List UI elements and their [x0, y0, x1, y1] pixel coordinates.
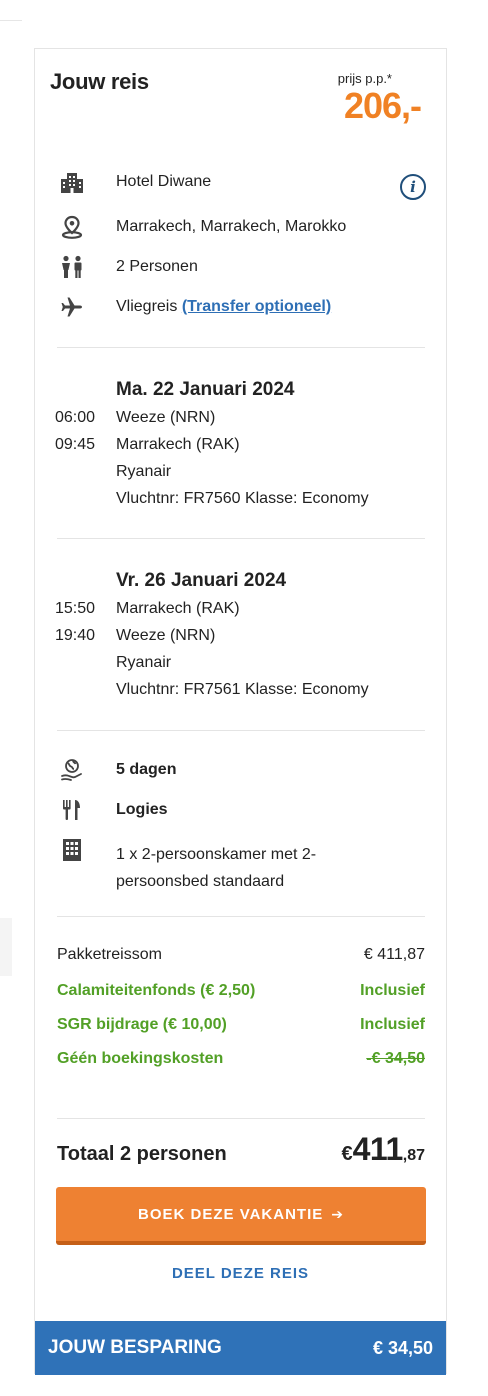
outbound-flight-info: Vluchtnr: FR7560 Klasse: Economy — [116, 490, 369, 507]
persons-text: 2 Personen — [116, 258, 198, 275]
location-text: Marrakech, Marrakech, Marokko — [116, 218, 347, 235]
page-edge-divider — [0, 20, 22, 21]
airplane-icon — [59, 295, 85, 319]
savings-bar: JOUW BESPARING € 34,50 — [35, 1321, 446, 1375]
booking-costs-label: Géén boekingskosten — [57, 1050, 224, 1067]
board-text: Logies — [116, 801, 168, 818]
hotel-name: Hotel Diwane — [116, 173, 212, 190]
divider — [57, 1118, 425, 1119]
return-arrival-time: 19:40 — [55, 627, 96, 644]
location-row: Marrakech, Marrakech, Marokko — [35, 212, 446, 242]
calamity-fund-value: Inclusief — [360, 982, 425, 999]
return-flight-info: Vluchtnr: FR7561 Klasse: Economy — [116, 681, 369, 698]
outbound-airline: Ryanair — [116, 463, 172, 480]
globe-hand-icon — [59, 758, 85, 782]
duration-row: 5 dagen — [35, 755, 446, 785]
trip-summary-card: Jouw reis prijs p.p.* 206,- Hotel Diwane… — [34, 48, 447, 1375]
savings-value: € 34,50 — [372, 1338, 433, 1358]
hotel-building-icon — [59, 170, 85, 194]
travel-type-text: Vliegreis (Transfer optioneel) — [116, 298, 331, 316]
total-label: Totaal 2 personen — [57, 1143, 227, 1165]
savings-label: JOUW BESPARING — [48, 1337, 222, 1358]
arrow-right-icon: ➔ — [331, 1205, 344, 1222]
return-departure-time: 15:50 — [55, 600, 96, 617]
total-integer: 411 — [352, 1131, 404, 1167]
map-pin-icon — [59, 215, 85, 239]
total-price: €411,87 — [342, 1131, 426, 1168]
sgr-contribution-value: Inclusief — [360, 1016, 425, 1033]
people-icon — [59, 255, 85, 279]
room-description: 1 x 2-persoonskamer met 2-persoonsbed st… — [116, 846, 317, 890]
return-arrival-airport: Weeze (NRN) — [116, 627, 216, 644]
price-per-person-value: 206,- — [343, 85, 422, 126]
sgr-contribution-label: SGR bijdrage (€ 10,00) — [57, 1016, 227, 1033]
board-row: Logies — [35, 795, 446, 825]
package-price-value: € 411,87 — [363, 946, 425, 963]
transfer-optional-link[interactable]: (Transfer optioneel) — [182, 298, 331, 315]
building-icon — [59, 838, 85, 862]
book-vacation-label: BOEK DEZE VAKANTIE — [138, 1205, 324, 1223]
book-vacation-button[interactable]: BOEK DEZE VAKANTIE ➔ — [56, 1187, 426, 1245]
travel-type-row: Vliegreis (Transfer optioneel) — [35, 292, 446, 322]
return-departure-airport: Marrakech (RAK) — [116, 600, 240, 617]
info-icon[interactable]: i — [400, 174, 426, 200]
outbound-arrival-time: 09:45 — [55, 436, 96, 453]
divider — [57, 730, 425, 731]
divider — [57, 916, 425, 917]
package-price-label: Pakketreissom — [57, 946, 162, 963]
hotel-row: Hotel Diwane — [35, 167, 446, 197]
booking-costs-value: -€ 34,50 — [366, 1050, 425, 1067]
travel-type-label: Vliegreis — [116, 298, 178, 315]
total-decimals: ,87 — [402, 1147, 425, 1164]
page-edge-panel — [0, 918, 12, 976]
share-trip-link[interactable]: DEEL DEZE REIS — [35, 1265, 446, 1282]
total-currency: € — [341, 1143, 353, 1165]
outbound-departure-time: 06:00 — [55, 409, 96, 426]
return-date: Vr. 26 Januari 2024 — [116, 570, 287, 591]
price-per-person-label: prijs p.p.* — [337, 71, 392, 86]
fork-knife-icon — [59, 798, 85, 822]
calamity-fund-label: Calamiteitenfonds (€ 2,50) — [57, 982, 256, 999]
outbound-date: Ma. 22 Januari 2024 — [116, 379, 295, 400]
duration-text: 5 dagen — [116, 761, 177, 778]
outbound-arrival-airport: Marrakech (RAK) — [116, 436, 240, 453]
divider — [57, 347, 425, 348]
card-title: Jouw reis — [50, 69, 149, 94]
persons-row: 2 Personen — [35, 252, 446, 282]
divider — [57, 538, 425, 539]
outbound-departure-airport: Weeze (NRN) — [116, 409, 216, 426]
return-airline: Ryanair — [116, 654, 172, 671]
